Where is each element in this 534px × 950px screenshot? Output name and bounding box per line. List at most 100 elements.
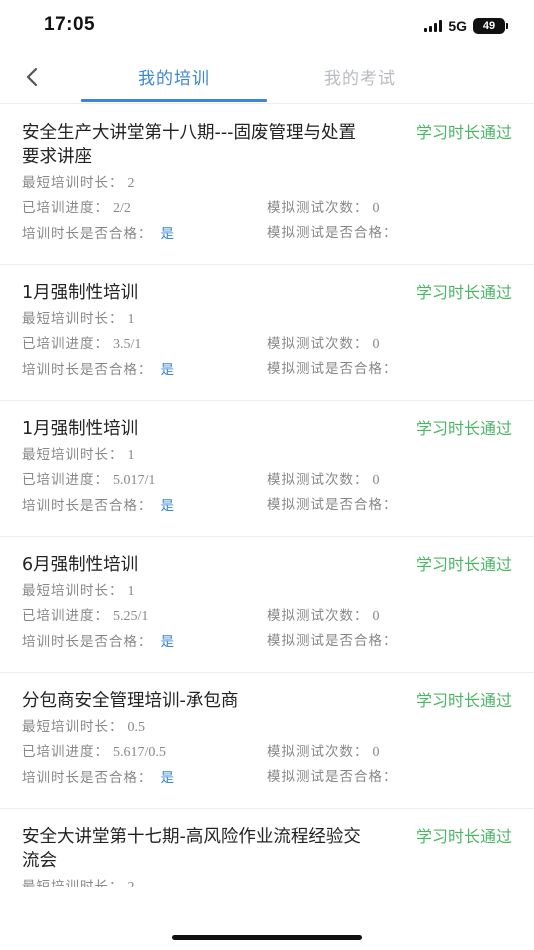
card-header: 6月强制性培训 学习时长通过 (22, 553, 512, 577)
min-duration-label: 最短培训时长： (22, 447, 124, 463)
training-title: 6月强制性培训 (22, 555, 139, 575)
progress-value: 5.25/1 (113, 609, 149, 624)
training-status: 学习时长通过 (415, 555, 512, 574)
progress-value: 3.5/1 (113, 337, 142, 352)
test-count-label: 模拟测试次数： (267, 200, 369, 216)
progress-label: 已培训进度： (22, 472, 109, 488)
min-duration-label: 最短培训时长： (22, 719, 124, 735)
min-duration-label: 最短培训时长： (22, 879, 124, 887)
min-duration-value: 1 (127, 584, 135, 599)
training-title: 安全大讲堂第十七期-高风险作业流程经验交流会 (22, 827, 361, 871)
test-pass-label: 模拟测试是否合格： (267, 497, 398, 513)
min-duration-row: 最短培训时长： 1 (22, 577, 512, 602)
pass-row: 培训时长是否合格： 是 模拟测试是否合格： (22, 491, 512, 516)
test-count-label: 模拟测试次数： (267, 336, 369, 352)
test-pass-label: 模拟测试是否合格： (267, 361, 398, 377)
training-status: 学习时长通过 (415, 419, 512, 438)
min-duration-value: 1 (127, 312, 135, 327)
training-card[interactable]: 分包商安全管理培训-承包商 学习时长通过 最短培训时长： 0.5 已培训进度： 5.… (0, 673, 534, 809)
test-pass-label: 模拟测试是否合格： (267, 225, 398, 241)
pass-row: 培训时长是否合格： 是 模拟测试是否合格： (22, 219, 512, 244)
training-card[interactable]: 1月强制性培训 学习时长通过 最短培训时长： 1 已培训进度： 3.5/1 模拟测试… (0, 265, 534, 401)
min-duration-label: 最短培训时长： (22, 175, 124, 191)
duration-pass-value: 是 (160, 361, 175, 378)
progress-value: 5.617/0.5 (113, 745, 166, 760)
pass-row: 培训时长是否合格： 是 模拟测试是否合格： (22, 627, 512, 652)
duration-pass-label: 培训时长是否合格： (22, 633, 153, 650)
training-card[interactable]: 安全大讲堂第十七期-高风险作业流程经验交流会 学习时长通过 最短培训时长：2 已… (0, 809, 534, 887)
nav-bar: 我的培训 我的考试 (0, 54, 534, 104)
test-count-value: 0 (372, 745, 380, 760)
progress-row: 已培训进度： 5.017/1 模拟测试次数： 0 (22, 466, 512, 491)
test-count-label: 模拟测试次数： (267, 744, 369, 760)
min-duration-value: 0.5 (127, 720, 146, 735)
duration-pass-label: 培训时长是否合格： (22, 769, 153, 786)
min-duration-row: 最短培训时长：2 (22, 169, 512, 194)
training-card[interactable]: 6月强制性培训 学习时长通过 最短培训时长： 1 已培训进度： 5.25/1 模拟测… (0, 537, 534, 673)
status-time: 17:05 (44, 14, 96, 35)
training-status: 学习时长通过 (415, 827, 512, 846)
min-duration-row: 最短培训时长： 1 (22, 305, 512, 330)
training-title: 1月强制性培训 (22, 283, 139, 303)
progress-label: 已培训进度： (22, 608, 109, 624)
min-duration-value: 2 (127, 176, 135, 191)
battery-level: 49 (473, 18, 505, 34)
duration-pass-value: 是 (160, 497, 175, 514)
progress-value: 5.017/1 (113, 473, 156, 488)
progress-value: 2/2 (113, 201, 131, 216)
training-card[interactable]: 1月强制性培训 学习时长通过 最短培训时长： 1 已培训进度： 5.017/1 模拟… (0, 401, 534, 537)
progress-row: 已培训进度： 5.25/1 模拟测试次数： 0 (22, 602, 512, 627)
progress-label: 已培训进度： (22, 336, 109, 352)
duration-pass-value: 是 (160, 633, 175, 650)
duration-pass-label: 培训时长是否合格： (22, 361, 153, 378)
card-header: 1月强制性培训 学习时长通过 (22, 417, 512, 441)
card-header: 分包商安全管理培训-承包商 学习时长通过 (22, 689, 512, 713)
duration-pass-value: 是 (160, 769, 175, 786)
test-pass-label: 模拟测试是否合格： (267, 769, 398, 785)
network-type: 5G (448, 18, 467, 34)
back-button[interactable] (20, 64, 44, 90)
test-count-value: 0 (372, 609, 380, 624)
training-title: 1月强制性培训 (22, 419, 139, 439)
duration-pass-label: 培训时长是否合格： (22, 225, 153, 242)
min-duration-value: 2 (128, 880, 135, 887)
progress-label: 已培训进度： (22, 200, 109, 216)
progress-row: 已培训进度： 3.5/1 模拟测试次数： 0 (22, 330, 512, 355)
test-pass-label: 模拟测试是否合格： (267, 633, 398, 649)
min-duration-row: 最短培训时长： 0.5 (22, 713, 512, 738)
test-count-label: 模拟测试次数： (267, 472, 369, 488)
training-status: 学习时长通过 (415, 691, 512, 710)
status-bar: 17:05 5G 49 (0, 0, 534, 54)
progress-row: 已培训进度： 5.617/0.5 模拟测试次数： 0 (22, 738, 512, 763)
test-count-value: 0 (372, 201, 380, 216)
min-duration-value: 1 (127, 448, 135, 463)
min-duration-label: 最短培训时长： (22, 311, 124, 327)
test-count-value: 0 (372, 473, 380, 488)
signal-icon (424, 20, 443, 32)
pass-row: 培训时长是否合格： 是 模拟测试是否合格： (22, 355, 512, 380)
min-duration-row: 最短培训时长： 1 (22, 441, 512, 466)
training-status: 学习时长通过 (415, 123, 512, 142)
home-indicator[interactable] (172, 935, 362, 940)
card-header: 安全大讲堂第十七期-高风险作业流程经验交流会 学习时长通过 (22, 825, 512, 873)
training-status: 学习时长通过 (415, 283, 512, 302)
tab-my-exam[interactable]: 我的考试 (267, 64, 453, 102)
card-header: 安全生产大讲堂第十八期---固废管理与处置要求讲座 学习时长通过 (22, 121, 512, 169)
training-title: 分包商安全管理培训-承包商 (22, 691, 239, 711)
min-duration-label: 最短培训时长： (22, 583, 124, 599)
card-header: 1月强制性培训 学习时长通过 (22, 281, 512, 305)
progress-label: 已培训进度： (22, 744, 109, 760)
training-title: 安全生产大讲堂第十八期---固废管理与处置要求讲座 (22, 123, 356, 167)
duration-pass-value: 是 (160, 225, 175, 242)
tab-my-training[interactable]: 我的培训 (81, 64, 267, 102)
pass-row: 培训时长是否合格： 是 模拟测试是否合格： (22, 763, 512, 788)
training-list: 安全生产大讲堂第十八期---固废管理与处置要求讲座 学习时长通过 最短培训时长：… (0, 105, 534, 887)
min-duration-row: 最短培训时长： 2 (22, 873, 512, 887)
duration-pass-label: 培训时长是否合格： (22, 497, 153, 514)
progress-row: 已培训进度： 2/2 模拟测试次数： 0 (22, 194, 512, 219)
active-tab-indicator (81, 99, 267, 102)
training-card[interactable]: 安全生产大讲堂第十八期---固废管理与处置要求讲座 学习时长通过 最短培训时长：… (0, 105, 534, 265)
chevron-left-icon (26, 67, 38, 87)
test-count-label: 模拟测试次数： (267, 608, 369, 624)
battery-icon: 49 (473, 18, 508, 34)
